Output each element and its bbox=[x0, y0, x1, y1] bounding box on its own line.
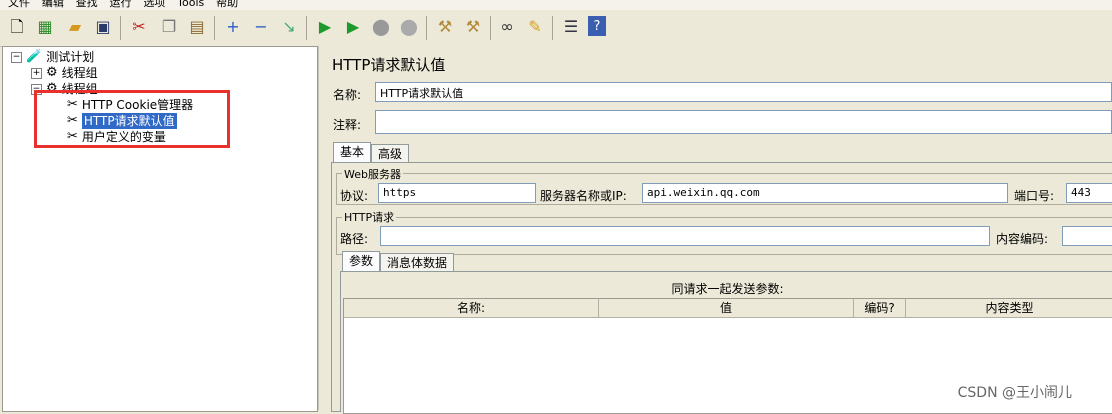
collapse-node-icon[interactable]: − bbox=[11, 51, 22, 63]
expand-icon[interactable]: + bbox=[222, 16, 244, 38]
clear-icon[interactable]: ⚒ bbox=[434, 16, 456, 38]
watermark: CSDN @王小闹儿 bbox=[957, 385, 1072, 401]
gear-icon: ⚙ bbox=[46, 65, 58, 80]
web-server-group-label: Web服务器 bbox=[342, 166, 403, 182]
menu-file[interactable]: 文件 bbox=[8, 0, 30, 9]
basic-tab-panel: Web服务器 协议: https 服务器名称或IP: api.weixin.qq… bbox=[331, 162, 1112, 414]
params-caption: 同请求一起发送参数: bbox=[671, 282, 784, 296]
protocol-label: 协议: bbox=[340, 189, 369, 203]
path-label: 路径: bbox=[340, 232, 369, 246]
search-icon[interactable]: ∞ bbox=[496, 16, 518, 38]
toggle-icon[interactable]: ↘ bbox=[278, 16, 300, 38]
tab-parameters[interactable]: 参数 bbox=[342, 251, 381, 272]
expand-node-icon[interactable]: + bbox=[31, 67, 42, 79]
tree-item-label: 线程组 bbox=[61, 66, 98, 80]
test-plan-icon: 🧪 bbox=[26, 49, 43, 64]
help-icon[interactable]: ? bbox=[588, 16, 606, 36]
start-no-pause-icon[interactable]: ▶ bbox=[342, 16, 364, 38]
http-request-group-label: HTTP请求 bbox=[342, 209, 397, 225]
menu-bar: 文件 编辑 查找 运行 选项 Tools 帮助 bbox=[0, 0, 1112, 10]
collapse-icon[interactable]: − bbox=[250, 16, 272, 38]
port-label: 端口号: bbox=[1014, 189, 1055, 203]
shutdown-icon[interactable]: ⬤ bbox=[398, 16, 420, 38]
menu-options[interactable]: 选项 bbox=[143, 0, 165, 9]
tree-root[interactable]: − 🧪 测试计划 bbox=[11, 49, 94, 65]
comment-field[interactable] bbox=[375, 110, 1112, 134]
panel-title: HTTP请求默认值 bbox=[332, 56, 446, 74]
start-icon[interactable]: ▶ bbox=[314, 16, 336, 38]
server-label: 服务器名称或IP: bbox=[540, 189, 627, 203]
toolbar: 🗋 ▦ ▰ ▣ ✂ ❐ ▤ + − ↘ ▶ ▶ ⬤ ⬤ ⚒ ⚒ ∞ ✎ ☰ ? bbox=[0, 10, 1112, 47]
menu-run[interactable]: 运行 bbox=[109, 0, 131, 9]
column-header-value[interactable]: 值 bbox=[599, 299, 854, 318]
name-label: 名称: bbox=[333, 88, 362, 102]
server-field[interactable]: api.weixin.qq.com bbox=[642, 183, 1008, 203]
function-helper-icon[interactable]: ☰ bbox=[560, 16, 582, 38]
clear-all-icon[interactable]: ⚒ bbox=[462, 16, 484, 38]
reset-search-icon[interactable]: ✎ bbox=[524, 16, 546, 38]
menu-search[interactable]: 查找 bbox=[76, 0, 98, 9]
tab-body-data[interactable]: 消息体数据 bbox=[380, 253, 455, 272]
tab-basic[interactable]: 基本 bbox=[333, 142, 372, 163]
comment-label: 注释: bbox=[333, 118, 362, 132]
split-divider[interactable] bbox=[318, 46, 327, 410]
column-header-name[interactable]: 名称: bbox=[344, 299, 599, 318]
tree-item-thread-group-1[interactable]: + ⚙ 线程组 bbox=[31, 65, 98, 81]
tree-root-label: 测试计划 bbox=[46, 50, 95, 64]
new-icon[interactable]: 🗋 bbox=[6, 16, 28, 38]
save-icon[interactable]: ▣ bbox=[92, 16, 114, 38]
tab-advanced[interactable]: 高级 bbox=[371, 144, 410, 163]
open-icon[interactable]: ▰ bbox=[64, 16, 86, 38]
highlight-box bbox=[34, 90, 230, 148]
menu-help[interactable]: 帮助 bbox=[216, 0, 238, 9]
path-field[interactable] bbox=[380, 226, 990, 246]
config-panel: HTTP请求默认值 名称: HTTP请求默认值 注释: 基本 高级 Web服务器… bbox=[327, 46, 1112, 414]
paste-icon[interactable]: ▤ bbox=[186, 16, 208, 38]
column-header-encode[interactable]: 编码? bbox=[854, 299, 906, 318]
menu-edit[interactable]: 编辑 bbox=[42, 0, 64, 9]
protocol-field[interactable]: https bbox=[378, 183, 536, 203]
templates-icon[interactable]: ▦ bbox=[34, 16, 56, 38]
encoding-field[interactable] bbox=[1062, 226, 1112, 246]
cut-icon[interactable]: ✂ bbox=[128, 16, 150, 38]
menu-tools[interactable]: Tools bbox=[177, 0, 204, 9]
column-header-content-type[interactable]: 内容类型 bbox=[906, 299, 1112, 318]
stop-icon[interactable]: ⬤ bbox=[370, 16, 392, 38]
name-field[interactable]: HTTP请求默认值 bbox=[375, 82, 1112, 102]
encoding-label: 内容编码: bbox=[996, 232, 1049, 246]
port-field[interactable]: 443 bbox=[1066, 183, 1112, 203]
copy-icon[interactable]: ❐ bbox=[158, 16, 180, 38]
